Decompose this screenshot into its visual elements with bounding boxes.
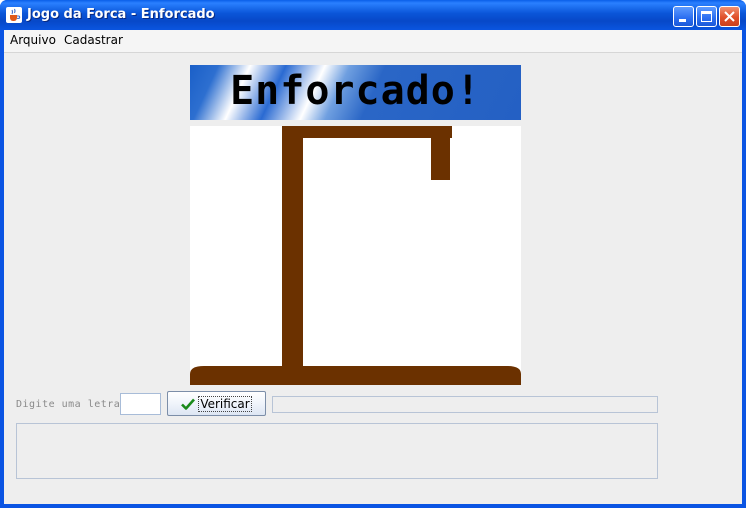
minimize-button[interactable] [673, 6, 694, 27]
maximize-button[interactable] [696, 6, 717, 27]
gallows-icon [190, 126, 521, 385]
checkmark-icon [181, 398, 196, 410]
window-title: Jogo da Forca - Enforcado [27, 7, 215, 22]
close-button[interactable] [719, 6, 740, 27]
message-area[interactable] [16, 423, 658, 479]
menu-bar: Arquivo Cadastrar [4, 30, 742, 53]
status-field [272, 396, 658, 413]
java-cup-icon [6, 7, 22, 23]
result-banner: Enforcado! [190, 65, 521, 120]
maximize-icon [701, 11, 712, 22]
verify-button[interactable]: Verificar [167, 391, 266, 416]
letter-prompt-label: Digite uma letra: [16, 399, 127, 410]
close-icon [724, 11, 735, 22]
app-window: Jogo da Forca - Enforcado Arquivo Cadast… [0, 0, 746, 508]
verify-button-label: Verificar [198, 395, 252, 412]
title-bar[interactable]: Jogo da Forca - Enforcado [0, 0, 746, 30]
minimize-icon [679, 19, 686, 22]
menu-arquivo[interactable]: Arquivo [10, 33, 56, 47]
banner-title: Enforcado! [230, 68, 481, 114]
hangman-drawing [190, 126, 521, 385]
menu-cadastrar[interactable]: Cadastrar [64, 33, 123, 47]
client-area: Arquivo Cadastrar Enforcado! Digite uma … [4, 30, 742, 504]
letter-input[interactable] [120, 393, 161, 415]
